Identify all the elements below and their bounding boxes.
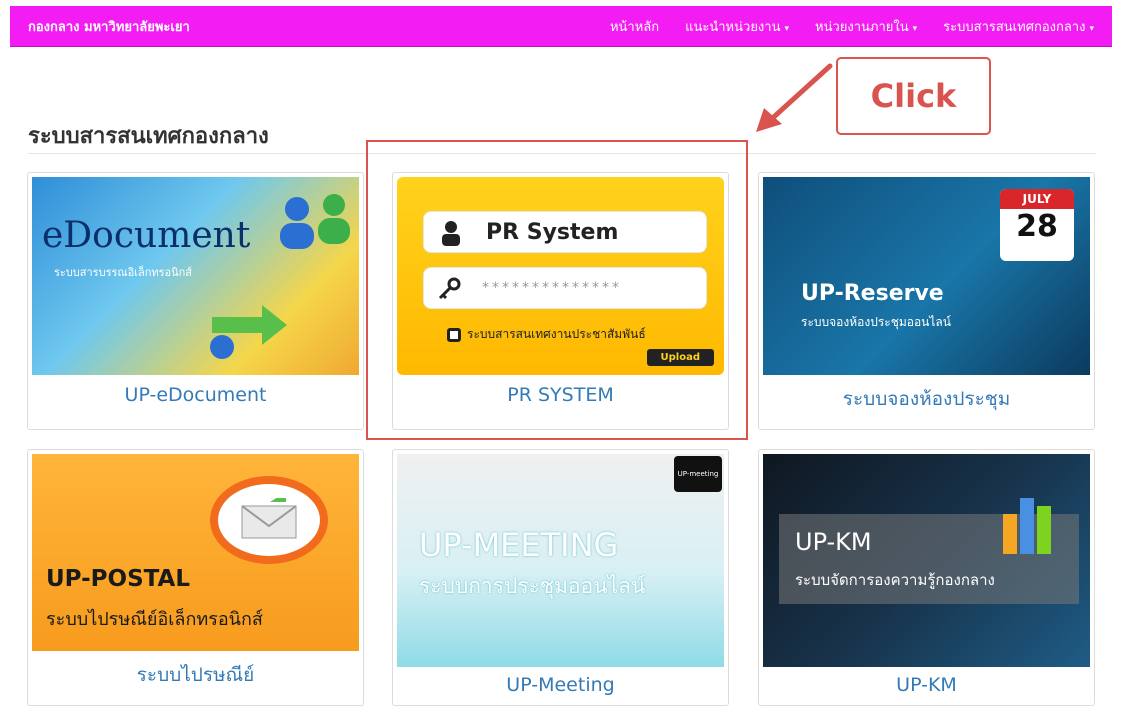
card-postal[interactable]: UP-POSTAL ระบบไปรษณีย์อิเล็กทรอนิกส์ ระบ…	[27, 449, 364, 706]
thumb-title: UP-KM	[795, 528, 872, 556]
thumb-subtitle: ระบบจัดการองความรู้กองกลาง	[795, 571, 995, 589]
pr-password-box: **************	[423, 267, 707, 309]
thumb-subtitle: ระบบไปรษณีย์อิเล็กทรอนิกส์	[46, 609, 263, 630]
pr-system-thumbnail: PR System ************** ระบบสารสนเทศงาน…	[397, 177, 724, 375]
pr-username-box: PR System	[423, 211, 707, 253]
card-meeting[interactable]: UP-meeting UP-MEETING ระบบการประชุมออนไล…	[392, 449, 729, 706]
arrow-icon	[756, 63, 833, 132]
thumb-title: UP-Reserve	[801, 281, 944, 306]
card-km[interactable]: UP-KM ระบบจัดการองความรู้กองกลาง UP-KM	[758, 449, 1095, 706]
user-icon	[442, 221, 460, 246]
envelope-icon	[210, 476, 328, 564]
postal-thumbnail: UP-POSTAL ระบบไปรษณีย์อิเล็กทรอนิกส์	[32, 454, 359, 651]
thumb-title: eDocument	[42, 215, 251, 256]
pr-password-mask: **************	[482, 280, 622, 296]
km-thumbnail: UP-KM ระบบจัดการองความรู้กองกลาง	[763, 454, 1090, 667]
card-caption-edocument[interactable]: UP-eDocument	[28, 384, 363, 406]
thumb-subtitle: ระบบการประชุมออนไลน์	[419, 574, 646, 598]
reserve-thumbnail: JULY 28 UP-Reserve ระบบจองห้องประชุมออนไ…	[763, 177, 1090, 375]
nav-item-info-systems[interactable]: ระบบสารสนเทศกองกลาง ▾	[943, 16, 1094, 37]
radio-icon	[447, 327, 461, 342]
card-caption-km[interactable]: UP-KM	[759, 674, 1094, 696]
click-callout: Click	[836, 57, 991, 135]
key-icon	[438, 277, 461, 300]
nav-item-about[interactable]: แนะนำหน่วยงาน ▾	[685, 16, 789, 37]
pr-title: PR System	[486, 220, 619, 245]
chevron-down-icon: ▾	[1089, 23, 1094, 34]
thumb-title: UP-MEETING	[419, 526, 619, 564]
users-icon	[280, 194, 350, 249]
site-brand[interactable]: กองกลาง มหาวิทยาลัยพะเยา	[28, 16, 190, 37]
section-divider	[28, 153, 1096, 154]
card-caption-reserve[interactable]: ระบบจองห้องประชุม	[759, 384, 1094, 414]
meeting-thumbnail: UP-meeting UP-MEETING ระบบการประชุมออนไล…	[397, 454, 724, 667]
nav-menu: หน้าหลัก แนะนำหน่วยงาน ▾ หน่วยงานภายใน ▾ ร…	[610, 16, 1094, 37]
meeting-tag: UP-meeting	[674, 456, 722, 492]
pr-upload-badge: Upload	[646, 349, 714, 366]
exchange-arrows-icon	[210, 305, 287, 359]
pr-checkbox-label: ระบบสารสนเทศงานประชาสัมพันธ์	[447, 325, 646, 344]
calendar-icon: JULY 28	[1000, 189, 1074, 261]
chevron-down-icon: ▾	[784, 23, 789, 34]
card-caption-meeting[interactable]: UP-Meeting	[393, 674, 728, 696]
nav-item-departments[interactable]: หน่วยงานภายใน ▾	[815, 16, 917, 37]
chevron-down-icon: ▾	[912, 23, 918, 34]
card-caption-postal[interactable]: ระบบไปรษณีย์	[28, 660, 363, 690]
thumb-subtitle: ระบบสารบรรณอิเล็กทรอนิกส์	[54, 266, 193, 279]
thumb-title: UP-POSTAL	[46, 566, 191, 592]
card-caption-pr-system[interactable]: PR SYSTEM	[393, 384, 728, 406]
thumb-subtitle: ระบบจองห้องประชุมออนไลน์	[801, 315, 951, 329]
section-title: ระบบสารสนเทศกองกลาง	[28, 124, 269, 149]
card-reserve[interactable]: JULY 28 UP-Reserve ระบบจองห้องประชุมออนไ…	[758, 172, 1095, 430]
top-navbar: กองกลาง มหาวิทยาลัยพะเยา หน้าหลัก แนะนำห…	[10, 6, 1112, 47]
bar-chart-icon	[1003, 498, 1051, 554]
card-edocument[interactable]: eDocument ระบบสารบรรณอิเล็กทรอนิกส์ UP-e…	[27, 172, 364, 430]
nav-item-home[interactable]: หน้าหลัก	[610, 16, 659, 37]
card-pr-system[interactable]: PR System ************** ระบบสารสนเทศงาน…	[392, 172, 729, 430]
edocument-thumbnail: eDocument ระบบสารบรรณอิเล็กทรอนิกส์	[32, 177, 359, 375]
